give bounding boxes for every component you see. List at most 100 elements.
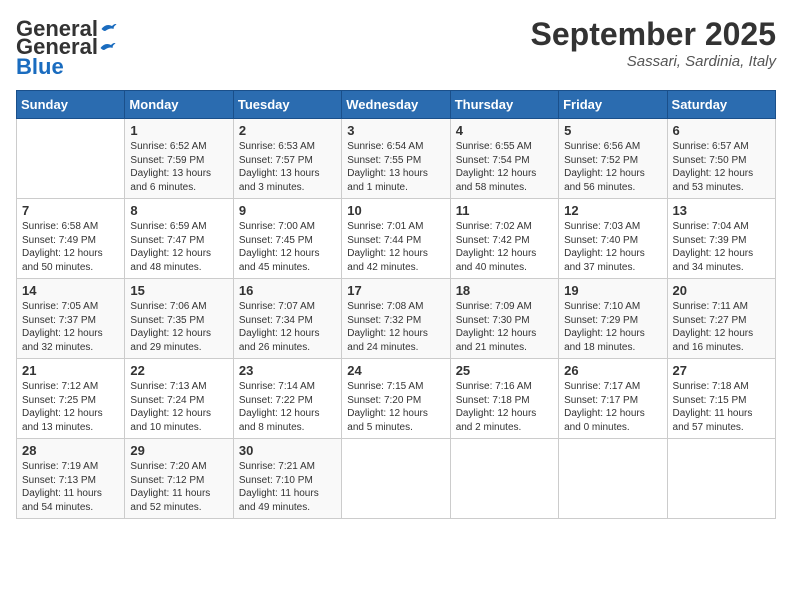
header-wednesday: Wednesday	[342, 91, 450, 119]
day-info: Sunrise: 7:08 AMSunset: 7:32 PMDaylight:…	[347, 300, 444, 354]
day-number: 11	[456, 203, 553, 218]
day-cell: 6 Sunrise: 6:57 AMSunset: 7:50 PMDaylight…	[667, 119, 775, 199]
day-cell: 15 Sunrise: 7:06 AMSunset: 7:35 PMDayligh…	[125, 279, 233, 359]
day-info: Sunrise: 6:58 AMSunset: 7:49 PMDaylight:…	[22, 220, 119, 274]
day-number: 20	[673, 283, 770, 298]
day-number: 17	[347, 283, 444, 298]
day-cell: 14 Sunrise: 7:05 AMSunset: 7:37 PMDayligh…	[17, 279, 125, 359]
day-cell: 22 Sunrise: 7:13 AMSunset: 7:24 PMDayligh…	[125, 359, 233, 439]
day-cell: 8 Sunrise: 6:59 AMSunset: 7:47 PMDaylight…	[125, 199, 233, 279]
day-info: Sunrise: 7:13 AMSunset: 7:24 PMDaylight:…	[130, 380, 227, 434]
logo: General General Blue	[16, 16, 118, 80]
day-cell	[559, 439, 667, 519]
header-sunday: Sunday	[17, 91, 125, 119]
day-info: Sunrise: 7:07 AMSunset: 7:34 PMDaylight:…	[239, 300, 336, 354]
header-saturday: Saturday	[667, 91, 775, 119]
day-cell: 10 Sunrise: 7:01 AMSunset: 7:44 PMDayligh…	[342, 199, 450, 279]
day-info: Sunrise: 7:03 AMSunset: 7:40 PMDaylight:…	[564, 220, 661, 274]
day-info: Sunrise: 6:55 AMSunset: 7:54 PMDaylight:…	[456, 140, 553, 194]
day-cell: 1Sunrise: 6:52 AMSunset: 7:59 PMDaylight…	[125, 119, 233, 199]
week-row-2: 7 Sunrise: 6:58 AMSunset: 7:49 PMDaylight…	[17, 199, 776, 279]
day-number: 30	[239, 443, 336, 458]
day-number: 18	[456, 283, 553, 298]
day-cell: 17 Sunrise: 7:08 AMSunset: 7:32 PMDayligh…	[342, 279, 450, 359]
day-number: 4	[456, 123, 553, 138]
day-info: Sunrise: 7:00 AMSunset: 7:45 PMDaylight:…	[239, 220, 336, 274]
day-number: 23	[239, 363, 336, 378]
day-info: Sunrise: 7:09 AMSunset: 7:30 PMDaylight:…	[456, 300, 553, 354]
day-info: Sunrise: 7:06 AMSunset: 7:35 PMDaylight:…	[130, 300, 227, 354]
day-cell: 24Sunrise: 7:15 AMSunset: 7:20 PMDayligh…	[342, 359, 450, 439]
day-info: Sunrise: 7:10 AMSunset: 7:29 PMDaylight:…	[564, 300, 661, 354]
day-number: 7	[22, 203, 119, 218]
header-monday: Monday	[125, 91, 233, 119]
day-info: Sunrise: 6:57 AMSunset: 7:50 PMDaylight:…	[673, 140, 770, 194]
calendar-body: 1Sunrise: 6:52 AMSunset: 7:59 PMDaylight…	[17, 119, 776, 519]
day-number: 25	[456, 363, 553, 378]
day-cell: 19Sunrise: 7:10 AMSunset: 7:29 PMDayligh…	[559, 279, 667, 359]
day-cell: 28 Sunrise: 7:19 AMSunset: 7:13 PMDayligh…	[17, 439, 125, 519]
calendar-table: SundayMondayTuesdayWednesdayThursdayFrid…	[16, 90, 776, 519]
day-info: Sunrise: 6:56 AMSunset: 7:52 PMDaylight:…	[564, 140, 661, 194]
day-number: 6	[673, 123, 770, 138]
week-row-5: 28 Sunrise: 7:19 AMSunset: 7:13 PMDayligh…	[17, 439, 776, 519]
day-info: Sunrise: 6:59 AMSunset: 7:47 PMDaylight:…	[130, 220, 227, 274]
day-info: Sunrise: 6:53 AMSunset: 7:57 PMDaylight:…	[239, 140, 336, 194]
day-cell: 18 Sunrise: 7:09 AMSunset: 7:30 PMDayligh…	[450, 279, 558, 359]
day-cell: 5 Sunrise: 6:56 AMSunset: 7:52 PMDaylight…	[559, 119, 667, 199]
day-number: 3	[347, 123, 444, 138]
day-number: 12	[564, 203, 661, 218]
month-title: September 2025	[531, 16, 776, 53]
day-number: 5	[564, 123, 661, 138]
day-info: Sunrise: 7:05 AMSunset: 7:37 PMDaylight:…	[22, 300, 119, 354]
day-cell: 30 Sunrise: 7:21 AMSunset: 7:10 PMDayligh…	[233, 439, 341, 519]
header-thursday: Thursday	[450, 91, 558, 119]
day-number: 9	[239, 203, 336, 218]
day-number: 29	[130, 443, 227, 458]
day-info: Sunrise: 7:20 AMSunset: 7:12 PMDaylight:…	[130, 460, 227, 514]
day-number: 26	[564, 363, 661, 378]
day-cell: 26 Sunrise: 7:17 AMSunset: 7:17 PMDayligh…	[559, 359, 667, 439]
day-number: 28	[22, 443, 119, 458]
day-cell: 12 Sunrise: 7:03 AMSunset: 7:40 PMDayligh…	[559, 199, 667, 279]
day-info: Sunrise: 7:16 AMSunset: 7:18 PMDaylight:…	[456, 380, 553, 434]
header-row: SundayMondayTuesdayWednesdayThursdayFrid…	[17, 91, 776, 119]
page-header: General General Blue September 2025 Sass…	[16, 16, 776, 80]
week-row-4: 21 Sunrise: 7:12 AMSunset: 7:25 PMDayligh…	[17, 359, 776, 439]
day-cell	[450, 439, 558, 519]
day-cell: 13 Sunrise: 7:04 AMSunset: 7:39 PMDayligh…	[667, 199, 775, 279]
day-info: Sunrise: 7:18 AMSunset: 7:15 PMDaylight:…	[673, 380, 770, 434]
day-cell: 23 Sunrise: 7:14 AMSunset: 7:22 PMDayligh…	[233, 359, 341, 439]
logo-blue: Blue	[16, 54, 64, 79]
day-number: 22	[130, 363, 227, 378]
header-friday: Friday	[559, 91, 667, 119]
day-cell: 3 Sunrise: 6:54 AMSunset: 7:55 PMDaylight…	[342, 119, 450, 199]
day-number: 1	[130, 123, 227, 138]
day-info: Sunrise: 7:11 AMSunset: 7:27 PMDaylight:…	[673, 300, 770, 354]
day-info: Sunrise: 7:19 AMSunset: 7:13 PMDaylight:…	[22, 460, 119, 514]
title-block: September 2025 Sassari, Sardinia, Italy	[531, 16, 776, 70]
day-cell: 29 Sunrise: 7:20 AMSunset: 7:12 PMDayligh…	[125, 439, 233, 519]
day-cell: 2 Sunrise: 6:53 AMSunset: 7:57 PMDaylight…	[233, 119, 341, 199]
day-number: 24	[347, 363, 444, 378]
day-cell	[17, 119, 125, 199]
day-number: 13	[673, 203, 770, 218]
day-info: Sunrise: 7:12 AMSunset: 7:25 PMDaylight:…	[22, 380, 119, 434]
day-cell: 20 Sunrise: 7:11 AMSunset: 7:27 PMDayligh…	[667, 279, 775, 359]
day-info: Sunrise: 7:21 AMSunset: 7:10 PMDaylight:…	[239, 460, 336, 514]
day-number: 2	[239, 123, 336, 138]
day-number: 21	[22, 363, 119, 378]
day-number: 16	[239, 283, 336, 298]
day-number: 10	[347, 203, 444, 218]
day-cell: 11Sunrise: 7:02 AMSunset: 7:42 PMDayligh…	[450, 199, 558, 279]
day-number: 15	[130, 283, 227, 298]
day-info: Sunrise: 7:01 AMSunset: 7:44 PMDaylight:…	[347, 220, 444, 274]
day-number: 27	[673, 363, 770, 378]
day-number: 14	[22, 283, 119, 298]
day-info: Sunrise: 7:14 AMSunset: 7:22 PMDaylight:…	[239, 380, 336, 434]
day-info: Sunrise: 7:04 AMSunset: 7:39 PMDaylight:…	[673, 220, 770, 274]
day-number: 8	[130, 203, 227, 218]
day-cell	[342, 439, 450, 519]
day-info: Sunrise: 6:54 AMSunset: 7:55 PMDaylight:…	[347, 140, 444, 194]
day-info: Sunrise: 7:17 AMSunset: 7:17 PMDaylight:…	[564, 380, 661, 434]
